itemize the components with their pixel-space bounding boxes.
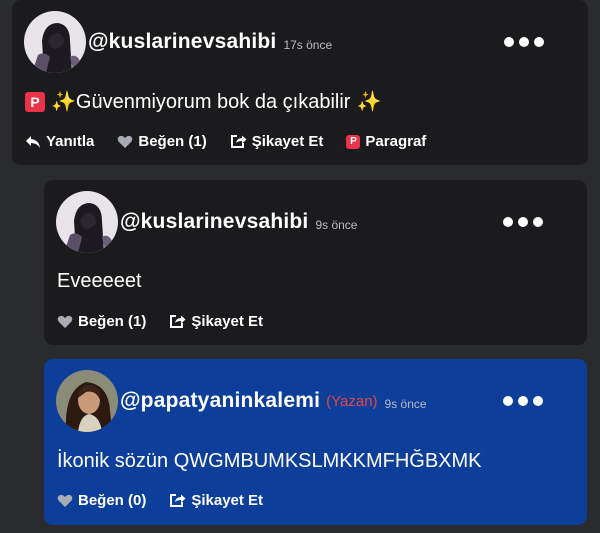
heart-icon: [118, 135, 133, 148]
avatar[interactable]: [56, 191, 118, 253]
paragraph-icon: P: [25, 91, 45, 112]
heart-icon: [57, 494, 73, 507]
comment-header: @papatyaninkalemi (Yazan) 9s önce: [56, 370, 427, 432]
reply-button[interactable]: Yanıtla: [25, 133, 94, 150]
comment-text-body: İkonik sözün QWGMBUMKSLMKKMFHĞBXMK: [57, 450, 482, 472]
paragraph-label: Paragraf: [365, 133, 427, 150]
comment-header: @kuslarinevsahibi 17s önce: [24, 11, 332, 73]
like-label: Beğen (1): [78, 313, 147, 330]
report-button[interactable]: Şikayet Et: [169, 492, 263, 509]
comment-header: @kuslarinevsahibi 9s önce: [56, 191, 357, 253]
comment-actions: Beğen (1) Şikayet Et: [57, 313, 286, 330]
author-badge: (Yazan): [326, 392, 378, 410]
like-button[interactable]: Beğen (1): [117, 133, 207, 150]
comment-text: İkonik sözün QWGMBUMKSLMKKMFHĞBXMK: [57, 450, 482, 473]
timestamp: 9s önce: [384, 397, 427, 411]
more-options-icon[interactable]: [504, 37, 544, 47]
report-label: Şikayet Et: [191, 313, 264, 330]
paragraph-icon: P: [346, 134, 361, 149]
report-button[interactable]: Şikayet Et: [169, 313, 263, 330]
timestamp: 17s önce: [283, 38, 333, 52]
reply-card: @kuslarinevsahibi 9s önce Eveeeeet Beğen…: [44, 180, 587, 345]
report-button[interactable]: Şikayet Et: [230, 133, 324, 150]
comment-text: Eveeeeet: [57, 270, 142, 293]
comment-text-body: Eveeeeet: [57, 270, 142, 292]
report-label: Şikayet Et: [191, 492, 264, 509]
more-options-icon[interactable]: [503, 396, 543, 406]
username[interactable]: @papatyaninkalemi: [120, 389, 320, 413]
heart-icon: [57, 315, 73, 328]
author-reply-card: @papatyaninkalemi (Yazan) 9s önce İkonik…: [44, 359, 587, 525]
avatar[interactable]: [24, 11, 86, 73]
avatar[interactable]: [56, 370, 118, 432]
report-icon: [170, 494, 186, 507]
username[interactable]: @kuslarinevsahibi: [120, 210, 308, 234]
sparkle-icon: ✨: [356, 91, 382, 113]
comment-actions: Yanıtla Beğen (1) Şikayet Et P Paragraf: [25, 133, 449, 150]
comment-text: P ✨Güvenmiyorum bok da çıkabilir ✨: [25, 89, 381, 114]
timestamp: 9s önce: [315, 218, 358, 232]
like-label: Beğen (0): [78, 492, 147, 509]
like-button[interactable]: Beğen (0): [57, 492, 146, 509]
comment-card: @kuslarinevsahibi 17s önce P ✨Güvenmiyor…: [12, 0, 588, 165]
reply-label: Yanıtla: [46, 133, 95, 150]
more-options-icon[interactable]: [503, 217, 543, 227]
report-label: Şikayet Et: [251, 133, 324, 150]
paragraph-button[interactable]: P Paragraf: [346, 133, 426, 150]
report-icon: [170, 315, 186, 328]
comment-actions: Beğen (0) Şikayet Et: [57, 492, 286, 509]
reply-icon: [26, 135, 40, 148]
username[interactable]: @kuslarinevsahibi: [88, 30, 276, 54]
report-icon: [230, 135, 247, 148]
comment-text-body: ✨Güvenmiyorum bok da çıkabilir: [51, 91, 351, 113]
like-button[interactable]: Beğen (1): [57, 313, 146, 330]
like-label: Beğen (1): [138, 133, 207, 150]
